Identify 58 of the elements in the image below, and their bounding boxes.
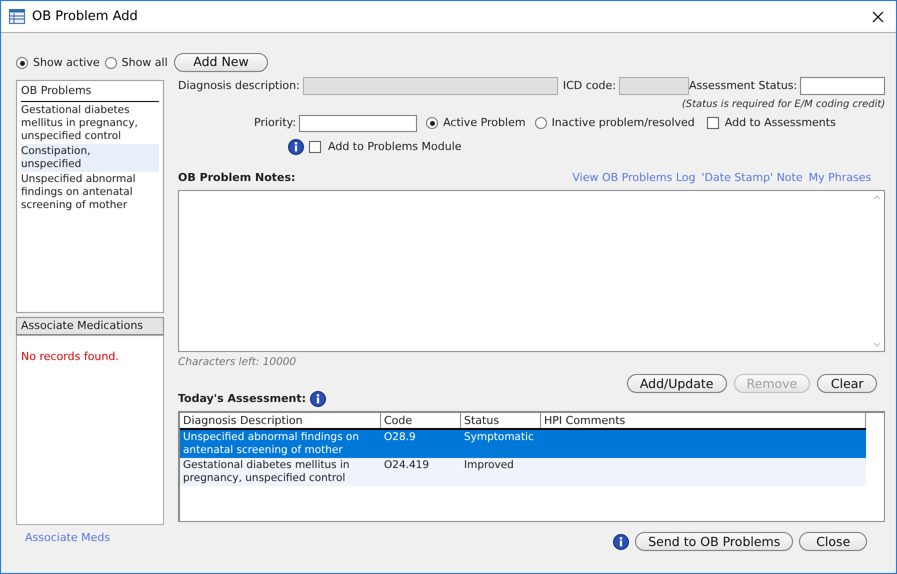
column-header[interactable]: HPI Comments <box>541 413 866 428</box>
radio-label: Inactive problem/resolved <box>552 114 695 131</box>
add-new-button[interactable]: Add New <box>174 53 268 72</box>
radio-label: Show active <box>33 54 100 71</box>
assessment-status-field[interactable] <box>800 77 886 95</box>
table-cell-text: Unspecified abnormal findings on antenatal screening of mother <box>182 430 360 458</box>
table-cell-text: O28.9 <box>383 430 417 446</box>
checkbox[interactable] <box>706 117 719 129</box>
icd-code-field[interactable] <box>618 77 689 95</box>
table-row[interactable]: Gestational diabetes mellitus in pregnancy, unspecified control O24.419 Improved <box>180 458 866 486</box>
field-label: Diagnosis description: <box>178 78 300 94</box>
checkbox[interactable] <box>309 141 321 154</box>
empty-message: No records found. <box>21 350 119 363</box>
column-header: OB Problems <box>21 82 159 102</box>
field-label: ICD code: <box>562 78 616 94</box>
priority-field[interactable] <box>299 114 418 132</box>
link[interactable]: 'Date Stamp' Note <box>702 170 803 187</box>
radio-button[interactable] <box>16 57 28 69</box>
hint-text: (Status is required for E/M coding credit) <box>682 98 886 112</box>
table-row[interactable]: Unspecified abnormal findings on antenatal screening of mother O28.9 Symptomatic <box>180 430 866 458</box>
info-icon[interactable] <box>310 391 326 408</box>
radio-label: Show all <box>122 54 168 71</box>
action-button[interactable]: Clear <box>817 374 878 394</box>
panel-header: Associate Medications <box>16 317 164 335</box>
table-cell-text: Symptomatic <box>463 430 535 446</box>
section-label: Today's Assessment: <box>178 391 306 407</box>
info-icon[interactable] <box>288 139 304 156</box>
link[interactable]: View OB Problems Log <box>572 170 696 187</box>
link[interactable]: My Phrases <box>808 170 872 187</box>
footer-button[interactable]: Send to OB Problems <box>635 532 794 552</box>
checkbox-label: Add to Assessments <box>724 114 836 131</box>
column-header[interactable]: Status <box>461 413 541 428</box>
section-label: OB Problem Notes: <box>178 170 296 186</box>
table-icon <box>9 9 25 24</box>
notes-field[interactable] <box>178 190 886 352</box>
radio-button[interactable] <box>104 57 117 69</box>
column-header[interactable]: Diagnosis Description <box>180 413 381 428</box>
characters-left: Characters left: 10000 <box>178 354 298 370</box>
checkbox-label: Add to Problems Module <box>328 139 462 155</box>
field-label: Priority: <box>254 114 296 131</box>
diagnosis-field[interactable] <box>302 77 558 95</box>
field-label: Assessment Status: <box>688 78 798 94</box>
radio-button[interactable] <box>426 117 438 129</box>
radio-label: Active Problem <box>443 114 526 131</box>
window-title: OB Problem Add <box>32 8 138 26</box>
table-cell-text: Improved <box>463 458 515 474</box>
associate-meds-link[interactable]: Associate Meds <box>25 530 164 546</box>
table-cell-text: Gestational diabetes mellitus in pregnancy, unspecified control <box>182 458 351 486</box>
footer-button[interactable]: Close <box>799 532 868 552</box>
radio-button[interactable] <box>534 117 547 129</box>
list-item[interactable]: Gestational diabetes mellitus in pregnancy, unspecified control <box>21 102 159 144</box>
list-item[interactable]: Unspecified abnormal findings on antenatal screening of mother <box>21 172 159 212</box>
close-icon[interactable] <box>872 10 884 22</box>
list-item[interactable]: Constipation, unspecified <box>21 144 159 172</box>
info-icon[interactable] <box>613 534 630 550</box>
action-button[interactable]: Add/Update <box>626 374 726 394</box>
column-header[interactable]: Code <box>381 413 461 428</box>
table-cell-text: O24.419 <box>383 458 430 474</box>
